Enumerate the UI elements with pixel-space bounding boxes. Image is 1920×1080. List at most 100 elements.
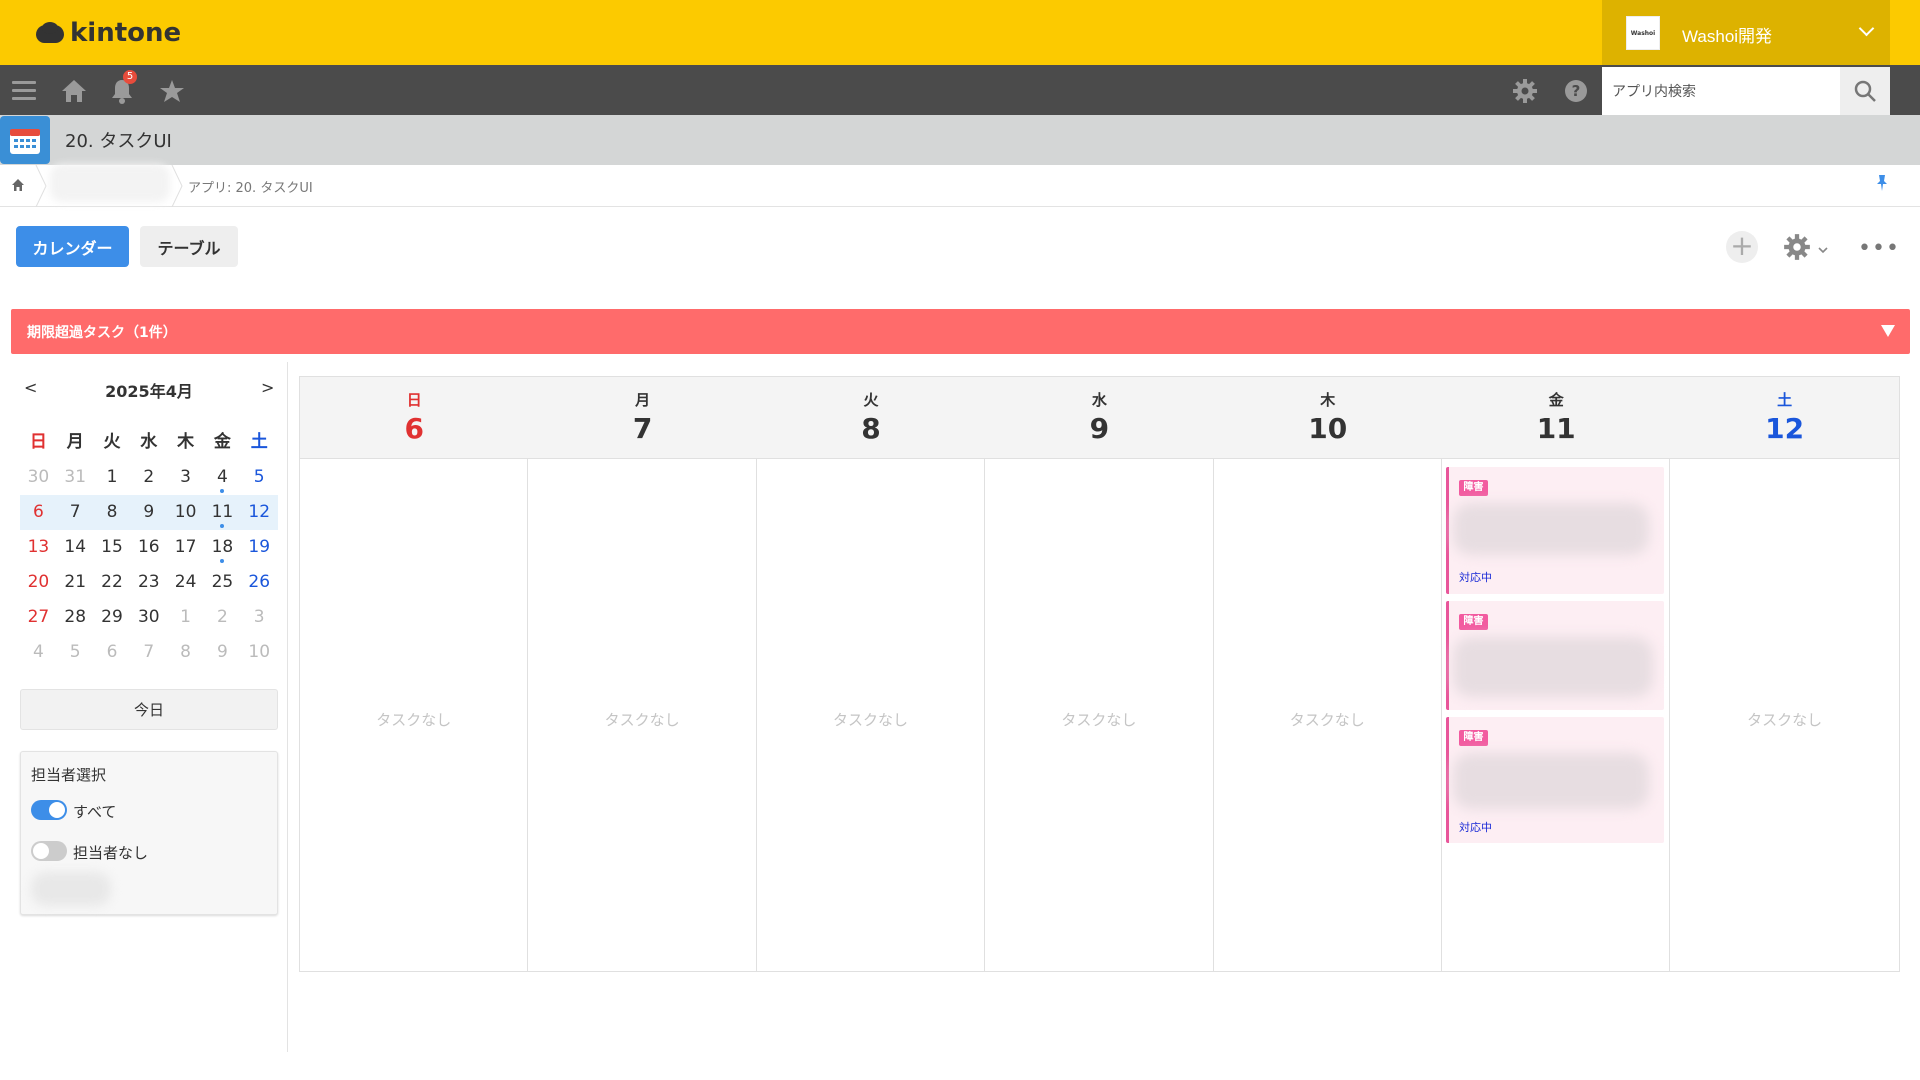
mini-day[interactable]: 3 bbox=[167, 460, 204, 495]
org-switcher[interactable]: Washoi Washoi開発 bbox=[1602, 0, 1890, 65]
chevron-down-icon[interactable] bbox=[1818, 240, 1828, 254]
mini-calendar-week: 4 5 6 7 8 9 10 bbox=[20, 635, 278, 670]
mini-day[interactable]: 15 bbox=[94, 530, 131, 565]
task-category-tag: 障害 bbox=[1459, 480, 1488, 496]
kintone-logo-icon bbox=[34, 22, 66, 44]
pin-icon[interactable] bbox=[1876, 174, 1888, 192]
mini-weekday-sun: 日 bbox=[29, 432, 47, 452]
day-number: 9 bbox=[1089, 412, 1110, 445]
day-number: 11 bbox=[1536, 412, 1576, 445]
task-dot bbox=[220, 559, 225, 563]
mini-day[interactable]: 6 bbox=[20, 495, 57, 530]
add-record-button[interactable]: + bbox=[1726, 231, 1758, 263]
mini-day[interactable]: 2 bbox=[130, 460, 167, 495]
today-button[interactable]: 今日 bbox=[20, 689, 278, 730]
toggle-no-assignee[interactable] bbox=[31, 841, 67, 861]
mini-day[interactable]: 23 bbox=[130, 565, 167, 600]
gear-icon[interactable] bbox=[1511, 77, 1539, 105]
mini-day[interactable]: 9 bbox=[204, 635, 241, 670]
mini-day[interactable]: 7 bbox=[130, 635, 167, 670]
mini-day[interactable]: 30 bbox=[20, 460, 57, 495]
task-card[interactable]: 障害 対応中 bbox=[1446, 467, 1664, 594]
day-number: 12 bbox=[1765, 412, 1805, 445]
settings-gear-icon[interactable] bbox=[1782, 232, 1812, 262]
mini-day[interactable]: 9 bbox=[130, 495, 167, 530]
no-task-label: タスクなし bbox=[1289, 711, 1365, 729]
mini-day[interactable]: 18 bbox=[204, 530, 241, 565]
mini-day[interactable]: 25 bbox=[204, 565, 241, 600]
mini-day[interactable]: 24 bbox=[167, 565, 204, 600]
mini-day[interactable]: 4 bbox=[204, 460, 241, 495]
task-card[interactable]: 障害 bbox=[1446, 601, 1664, 710]
search-button[interactable] bbox=[1840, 67, 1890, 115]
help-icon[interactable]: ? bbox=[1562, 77, 1590, 105]
mini-day[interactable]: 10 bbox=[167, 495, 204, 530]
mini-calendar-next-button[interactable]: > bbox=[261, 378, 274, 397]
menu-icon[interactable] bbox=[10, 77, 38, 105]
overdue-tasks-bar[interactable]: 期限超過タスク（1件） bbox=[11, 309, 1910, 354]
mini-day[interactable]: 11 bbox=[204, 495, 241, 530]
day-column-fri[interactable]: 障害 対応中 障害 障害 対応中 bbox=[1442, 459, 1671, 971]
kintone-logo[interactable]: kintone bbox=[34, 17, 181, 49]
top-header: kintone Washoi Washoi開発 bbox=[0, 0, 1920, 65]
triangle-down-icon[interactable] bbox=[1881, 325, 1895, 337]
mini-day-label: 11 bbox=[211, 502, 234, 522]
assignee-blurred-entry[interactable] bbox=[31, 872, 111, 906]
mini-weekday-mon: 月 bbox=[66, 432, 84, 452]
no-task-label: タスクなし bbox=[1747, 711, 1823, 729]
mini-day[interactable]: 17 bbox=[167, 530, 204, 565]
mini-day[interactable]: 8 bbox=[167, 635, 204, 670]
table-view-button[interactable]: テーブル bbox=[140, 226, 238, 267]
toggle-all-assignees[interactable] bbox=[31, 800, 67, 820]
mini-day[interactable]: 12 bbox=[241, 495, 278, 530]
assignee-filter-panel: 担当者選択 すべて 担当者なし bbox=[20, 751, 278, 915]
mini-day[interactable]: 14 bbox=[57, 530, 94, 565]
day-header-sat: 土 12 bbox=[1670, 377, 1898, 459]
app-search-input[interactable] bbox=[1602, 67, 1840, 115]
mini-day[interactable]: 30 bbox=[130, 600, 167, 635]
mini-day[interactable]: 5 bbox=[57, 635, 94, 670]
toggle-no-assignee-label: 担当者なし bbox=[73, 844, 149, 862]
mini-day[interactable]: 16 bbox=[130, 530, 167, 565]
mini-day[interactable]: 1 bbox=[167, 600, 204, 635]
day-header-fri: 金 11 bbox=[1442, 377, 1670, 459]
mini-calendar-week-selected: 6 7 8 9 10 11 12 bbox=[20, 495, 278, 530]
home-icon[interactable] bbox=[60, 77, 88, 105]
mini-day[interactable]: 22 bbox=[94, 565, 131, 600]
day-number: 10 bbox=[1308, 412, 1348, 445]
mini-day[interactable]: 7 bbox=[57, 495, 94, 530]
more-options-button[interactable]: ••• bbox=[1858, 236, 1899, 261]
mini-calendar-week: 13 14 15 16 17 18 19 bbox=[20, 530, 278, 565]
mini-day[interactable]: 4 bbox=[20, 635, 57, 670]
mini-day[interactable]: 28 bbox=[57, 600, 94, 635]
breadcrumb-current[interactable]: アプリ: 20. タスクUI bbox=[188, 177, 313, 196]
mini-day[interactable]: 2 bbox=[204, 600, 241, 635]
day-column-wed[interactable]: タスクなし bbox=[985, 459, 1214, 971]
calendar-view-button[interactable]: カレンダー bbox=[16, 226, 129, 267]
mini-day[interactable]: 21 bbox=[57, 565, 94, 600]
breadcrumb-space-blurred[interactable] bbox=[50, 164, 170, 202]
mini-day[interactable]: 1 bbox=[94, 460, 131, 495]
star-icon[interactable] bbox=[158, 77, 186, 105]
mini-day[interactable]: 3 bbox=[241, 600, 278, 635]
breadcrumb-home-icon[interactable] bbox=[10, 177, 26, 193]
task-card[interactable]: 障害 対応中 bbox=[1446, 717, 1664, 843]
mini-day[interactable]: 29 bbox=[94, 600, 131, 635]
mini-day[interactable]: 19 bbox=[241, 530, 278, 565]
mini-day[interactable]: 27 bbox=[20, 600, 57, 635]
day-column-mon[interactable]: タスクなし bbox=[528, 459, 757, 971]
day-column-sat[interactable]: タスクなし bbox=[1670, 459, 1898, 971]
toggle-all-label: すべて bbox=[73, 803, 117, 821]
mini-day[interactable]: 5 bbox=[241, 460, 278, 495]
day-number: 6 bbox=[404, 412, 424, 445]
mini-day[interactable]: 31 bbox=[57, 460, 94, 495]
mini-day[interactable]: 13 bbox=[20, 530, 57, 565]
day-column-sun[interactable]: タスクなし bbox=[300, 459, 529, 971]
mini-day[interactable]: 26 bbox=[241, 565, 278, 600]
mini-day[interactable]: 6 bbox=[94, 635, 131, 670]
mini-day[interactable]: 10 bbox=[241, 635, 278, 670]
day-column-tue[interactable]: タスクなし bbox=[757, 459, 986, 971]
mini-day[interactable]: 20 bbox=[20, 565, 57, 600]
day-column-thu[interactable]: タスクなし bbox=[1214, 459, 1442, 971]
mini-day[interactable]: 8 bbox=[94, 495, 131, 530]
